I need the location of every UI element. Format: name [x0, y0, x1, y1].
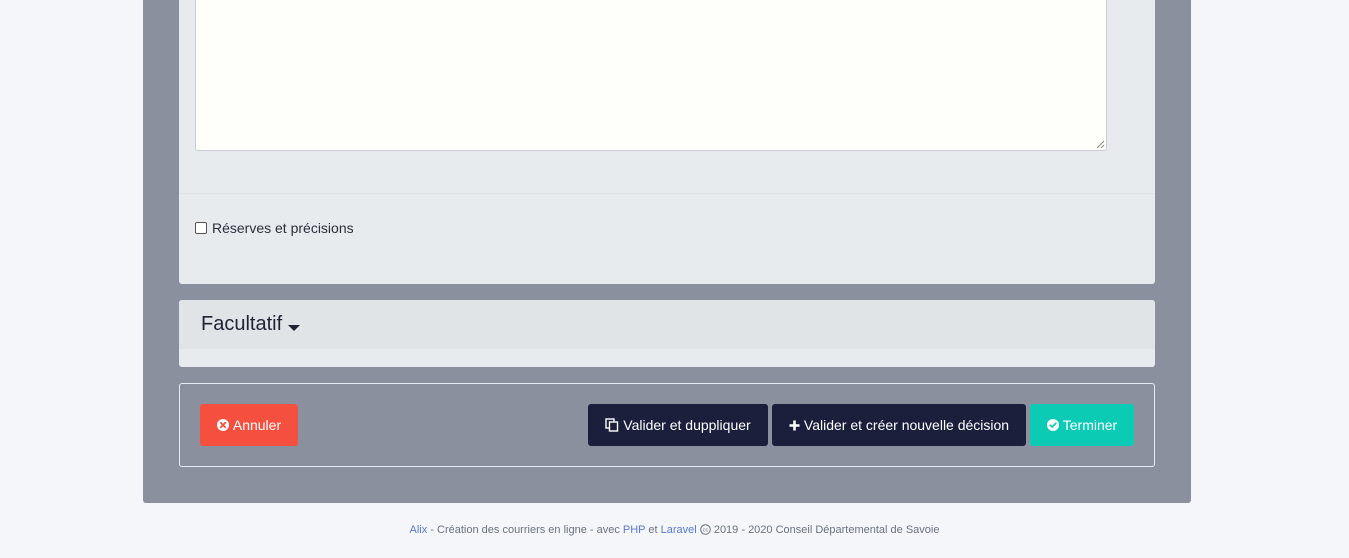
finish-button-label: Terminer [1062, 417, 1118, 433]
footer: Alix - Création des courriers en ligne -… [0, 524, 1349, 538]
validate-duplicate-label: Valider et duppliquer [623, 417, 751, 433]
caret-down-icon [288, 324, 301, 331]
main-panel: Réserves et précisions Facultatif Annule… [143, 0, 1191, 503]
divider [179, 193, 1155, 194]
check-circle-icon [1046, 419, 1059, 431]
validate-duplicate-button[interactable]: Valider et duppliquer [588, 404, 768, 446]
svg-text:cc: cc [703, 528, 709, 534]
footer-text-3: 2019 - 2020 Conseil Départemental de Sav… [710, 524, 940, 536]
optional-title: Facultatif [201, 313, 283, 335]
footer-app-link[interactable]: Alix [410, 524, 428, 536]
footer-php-link[interactable]: PHP [623, 524, 645, 536]
reserves-label: Réserves et précisions [212, 220, 354, 236]
footer-laravel-link[interactable]: Laravel [661, 524, 697, 536]
footer-text-1: - Création des courriers en ligne - avec [427, 524, 623, 536]
resize-grip-icon[interactable] [1096, 140, 1105, 149]
reserves-checkbox-row[interactable]: Réserves et précisions [195, 220, 354, 236]
footer-text-2: et [645, 524, 661, 536]
cancel-button-label: Annuler [232, 417, 282, 433]
creative-commons-icon: cc [699, 524, 711, 538]
text-area-input[interactable] [195, 0, 1107, 151]
actions-bar: Annuler Valider et duppliquer Valider et… [179, 383, 1155, 467]
optional-card: Facultatif [179, 300, 1155, 367]
form-card: Réserves et précisions [179, 0, 1155, 284]
reserves-checkbox[interactable] [195, 222, 207, 234]
copy-icon [605, 418, 619, 432]
validate-new-decision-button[interactable]: Valider et créer nouvelle décision [772, 404, 1026, 446]
finish-button[interactable]: Terminer [1030, 404, 1134, 446]
cancel-button[interactable]: Annuler [200, 404, 298, 446]
plus-icon [789, 420, 800, 431]
times-circle-icon [216, 419, 229, 431]
validate-new-decision-label: Valider et créer nouvelle décision [803, 417, 1010, 433]
optional-header-toggle[interactable]: Facultatif [179, 300, 1155, 349]
